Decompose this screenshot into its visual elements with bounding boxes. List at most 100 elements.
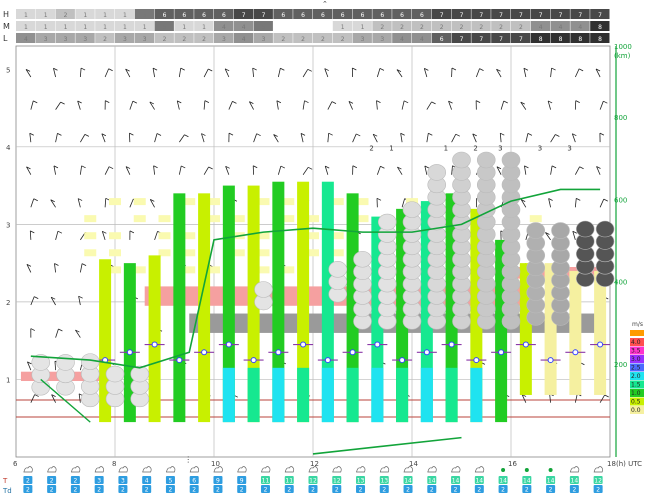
weather-icon [524,468,529,472]
weather-icon [94,466,105,473]
cloud-cell-value: 6 [440,36,444,43]
temp-value: 14 [452,478,460,485]
x-unit: (h) UTC [616,460,642,468]
cloud-cell-value: 5 [143,12,147,19]
cloud-cell-value: 7 [578,12,582,19]
updraft-column-lower [420,367,433,423]
cumulus-label: 3 [498,145,502,153]
weather-icon [142,466,152,473]
thermal-marker-dot [275,349,282,356]
weather-icon [332,466,342,473]
cloud-cell-value: 2 [163,36,167,43]
right-axis-tick: 200 [614,361,627,369]
cloud-cell-value: 1 [83,24,87,31]
cloud-cell-value: 1 [103,12,107,19]
cloud-cell-value: 2 [103,36,107,43]
dewpoint-value: 2 [97,487,101,494]
cloud-cell-value: 4 [539,24,543,31]
dewpoint-value: 2 [477,487,481,494]
thermal-marker-dot [572,349,579,356]
cloud-cell-value: 7 [499,12,503,19]
cloud-cell-value: 7 [499,36,503,43]
dewpoint-value: 2 [264,487,268,494]
cumulus-cloud [526,222,546,239]
dewpoint-value: 2 [525,487,529,494]
right-axis-tick: 600 [614,196,627,204]
legend-label: 0.0 [631,407,641,414]
cloud-cell [273,21,293,31]
lift-block [109,232,121,240]
cloud-cell-value: 6 [182,12,186,19]
legend-label: 4.0 [631,339,641,346]
cloud-cell-value: 4 [242,24,246,31]
cloud-row-label: L [3,34,8,43]
cumulus-cloud [377,213,397,231]
cumulus-cloud [575,220,595,238]
cloud-cell-value: 7 [598,12,602,19]
temp-value: 3 [121,478,125,485]
dewpoint-value: 2 [549,487,553,494]
cloud-cell-value: 1 [361,24,365,31]
updraft-column-lower [321,367,334,423]
temp-value: 13 [380,478,388,485]
updraft-column-lower [247,367,260,423]
thermal-marker-dot [151,341,158,348]
cumulus-label: 1 [444,145,448,153]
temp-value: 12 [594,478,602,485]
cloud-cell-value: 2 [440,24,444,31]
cloud-cell-value: 1 [64,24,68,31]
cloud-cell-value: 3 [143,36,147,43]
cloud-cell-value: 2 [321,36,325,43]
temp-value: 9 [240,478,244,485]
weather-icon [379,466,390,473]
dewpoint-value: 2 [572,487,576,494]
cloud-cell-value: 4 [420,36,424,43]
dewpoint-value: 2 [216,487,220,494]
cumulus-cloud [105,365,125,383]
dewpoint-value: 2 [26,487,30,494]
updraft-column-lower [396,367,409,423]
lift-block [84,232,97,240]
cloud-cell-value: 6 [400,12,404,19]
dewpoint-value: 2 [145,487,149,494]
cumulus-cloud [353,250,372,268]
temp-value: 6 [192,478,196,485]
cloud-cell-value: 2 [281,36,285,43]
left-scale-tick: 4 [6,144,11,152]
lift-block [158,249,171,257]
cloud-cell-value: 2 [420,24,424,31]
weather-icon [501,468,506,472]
temp-value: 11 [285,478,293,485]
x-tick: 16 [508,460,517,468]
weather-icon [70,466,81,473]
lift-block [84,215,97,223]
cloud-cell-value: 2 [301,36,305,43]
lift-block [529,215,542,223]
temp-value: 12 [333,478,341,485]
time-marker: ⋮ [184,455,192,464]
collapse-icon: ⌃ [322,0,328,8]
cloud-cell-value: 2 [400,24,404,31]
dewpoint-value: 2 [240,487,244,494]
cloud-cell-value: 2 [519,24,523,31]
cumulus-cloud [551,222,570,239]
right-axis-unit: (km) [614,52,631,60]
temp-value: 3 [97,478,101,485]
temp-value: 2 [26,478,30,485]
cloud-cell-value: 7 [539,12,543,19]
cloud-cell-value: 3 [222,36,226,43]
cloud-cell-value: 1 [103,24,107,31]
legend-label: 0.5 [631,399,641,406]
cloud-cell-value: 7 [440,12,444,19]
cloud-cell-value: 2 [479,24,483,31]
right-axis-tick: 800 [614,114,627,122]
cloud-cell-value: 7 [479,12,483,19]
x-tick: 18 [607,460,616,468]
meteogram-chart: H 1 1 2 1 1 1 5 6 6 6 6 7 7 6 6 6 6 6 6 6 6 7 7 7 7 7 7 7 7 7M 1 1 1 1 1 1 1 5… [2,0,644,495]
thermal-marker-dot [349,349,356,356]
cloud-cell-value: 4 [559,24,563,31]
temp-value: 14 [475,478,483,485]
cloud-cell-value: 4 [400,36,404,43]
dewpoint-value: 2 [73,487,77,494]
updraft-column [198,193,211,423]
